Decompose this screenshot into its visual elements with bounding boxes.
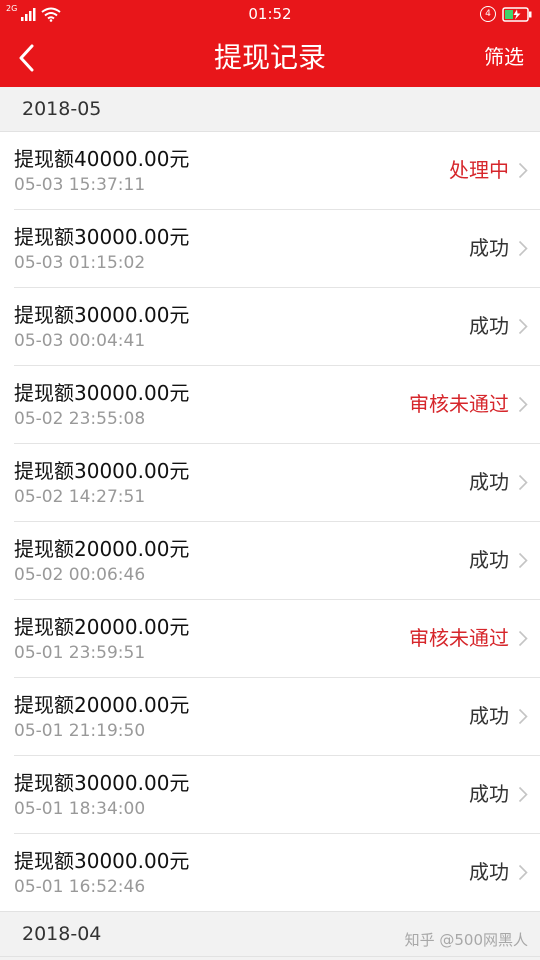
record-list: 提现额40000.00元 05-03 15:37:11 处理中 提现额30000… (0, 132, 540, 911)
alarm-label: 4 (485, 9, 491, 19)
record-status: 成功 (469, 236, 509, 260)
record-row[interactable]: 提现额20000.00元 05-01 23:59:51 审核未通过 (14, 600, 540, 678)
chevron-right-icon (518, 552, 528, 569)
record-amount: 提现额30000.00元 (14, 849, 190, 873)
status-bar: 2G 01:52 4 (0, 0, 540, 28)
record-row[interactable]: 提现额30000.00元 05-01 16:52:46 成功 (14, 834, 540, 911)
record-status: 成功 (469, 314, 509, 338)
record-time: 05-03 00:04:41 (14, 331, 146, 351)
record-status: 成功 (469, 548, 509, 572)
chevron-right-icon (518, 708, 528, 725)
record-time: 05-02 14:27:51 (14, 487, 146, 507)
status-bar-right: 4 (480, 4, 532, 24)
record-time: 05-01 18:34:00 (14, 799, 146, 819)
record-row[interactable]: 提现额20000.00元 05-01 21:19:50 成功 (14, 678, 540, 756)
record-row[interactable]: 提现额30000.00元 05-02 14:27:51 成功 (14, 444, 540, 522)
record-amount: 提现额30000.00元 (14, 303, 190, 327)
record-amount: 提现额20000.00元 (14, 693, 190, 717)
record-status: 审核未通过 (409, 626, 509, 650)
record-amount: 提现额30000.00元 (14, 771, 190, 795)
record-time: 05-01 23:59:51 (14, 643, 146, 663)
record-amount: 提现额40000.00元 (14, 147, 190, 171)
record-amount: 提现额30000.00元 (14, 381, 190, 405)
chevron-right-icon (518, 864, 528, 881)
record-time: 05-03 15:37:11 (14, 175, 146, 195)
record-time: 05-01 21:19:50 (14, 721, 146, 741)
record-status: 成功 (469, 704, 509, 728)
chevron-right-icon (518, 318, 528, 335)
chevron-right-icon (518, 786, 528, 803)
chevron-right-icon (518, 240, 528, 257)
filter-button[interactable]: 筛选 (484, 28, 524, 87)
record-amount: 提现额30000.00元 (14, 459, 190, 483)
record-status: 成功 (469, 470, 509, 494)
month-header: 2018-05 (0, 87, 540, 132)
record-time: 05-03 01:15:02 (14, 253, 146, 273)
record-status: 成功 (469, 782, 509, 806)
content: 2018-05 提现额40000.00元 05-03 15:37:11 处理中 … (0, 87, 540, 957)
record-time: 05-02 00:06:46 (14, 565, 146, 585)
alarm-icon: 4 (480, 6, 496, 22)
record-time: 05-01 16:52:46 (14, 877, 146, 897)
record-row[interactable]: 提现额40000.00元 05-03 15:37:11 处理中 (14, 132, 540, 210)
record-row[interactable]: 提现额30000.00元 05-02 23:55:08 审核未通过 (14, 366, 540, 444)
watermark: 知乎 @500网黑人 (404, 931, 528, 949)
record-row[interactable]: 提现额30000.00元 05-01 18:34:00 成功 (14, 756, 540, 834)
page-title: 提现记录 (213, 41, 326, 74)
chevron-right-icon (518, 162, 528, 179)
record-amount: 提现额30000.00元 (14, 225, 190, 249)
record-row[interactable]: 提现额20000.00元 05-02 00:06:46 成功 (14, 522, 540, 600)
chevron-right-icon (518, 630, 528, 647)
battery-charging-icon (502, 6, 532, 22)
nav-bar: 提现记录 筛选 (0, 28, 540, 87)
status-time: 01:52 (248, 5, 292, 23)
record-amount: 提现额20000.00元 (14, 615, 190, 639)
record-status: 处理中 (449, 158, 509, 182)
record-status: 成功 (469, 860, 509, 884)
record-status: 审核未通过 (409, 392, 509, 416)
chevron-right-icon (518, 396, 528, 413)
record-row[interactable]: 提现额30000.00元 05-03 01:15:02 成功 (14, 210, 540, 288)
record-row[interactable]: 提现额30000.00元 05-03 00:04:41 成功 (14, 288, 540, 366)
record-amount: 提现额20000.00元 (14, 537, 190, 561)
record-time: 05-02 23:55:08 (14, 409, 146, 429)
chevron-right-icon (518, 474, 528, 491)
